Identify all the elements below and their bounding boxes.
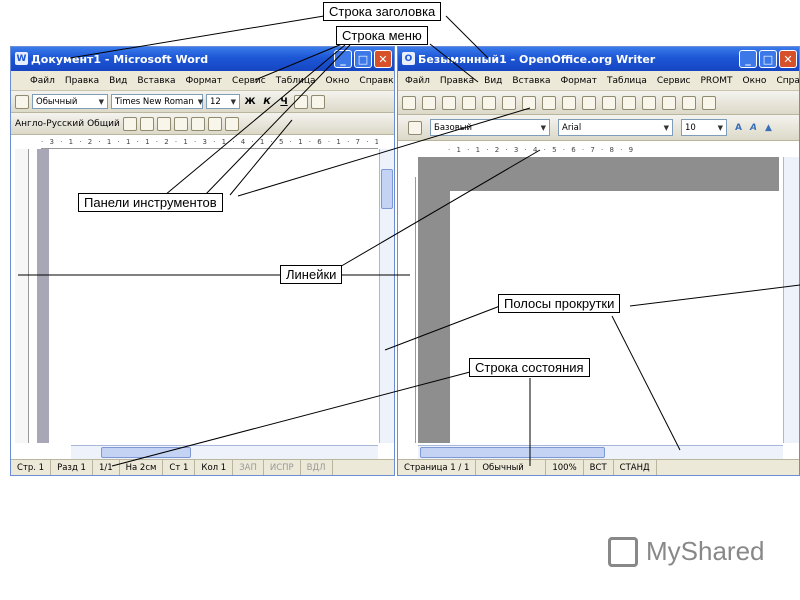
leader-toolbar-1: [164, 44, 346, 196]
leader-scroll-writer-v: [629, 284, 800, 307]
callout-toolbars: Панели инструментов: [78, 193, 223, 212]
leader-scroll-writer-h: [611, 315, 681, 451]
leader-title-word: [69, 15, 325, 59]
callout-title-bar: Строка заголовка: [323, 2, 442, 21]
leader-ruler-writer-h: [337, 149, 541, 269]
leader-toolbar-4: [237, 107, 531, 197]
leader-menu-writer: [429, 43, 479, 83]
leader-toolbar-3: [229, 119, 293, 196]
callout-rulers: Линейки: [280, 265, 343, 284]
leader-toolbar-2: [204, 44, 351, 196]
leader-status-word: [111, 371, 471, 467]
leader-title-writer: [445, 15, 489, 59]
callout-status-bar: Строка состояния: [469, 358, 590, 377]
leader-menu-word: [254, 43, 343, 81]
callout-scrollbars: Полосы прокрутки: [498, 294, 621, 313]
leader-scroll-word: [384, 305, 501, 351]
callout-leader-lines: [18, 15, 800, 467]
callout-menu-bar: Строка меню: [336, 26, 428, 45]
